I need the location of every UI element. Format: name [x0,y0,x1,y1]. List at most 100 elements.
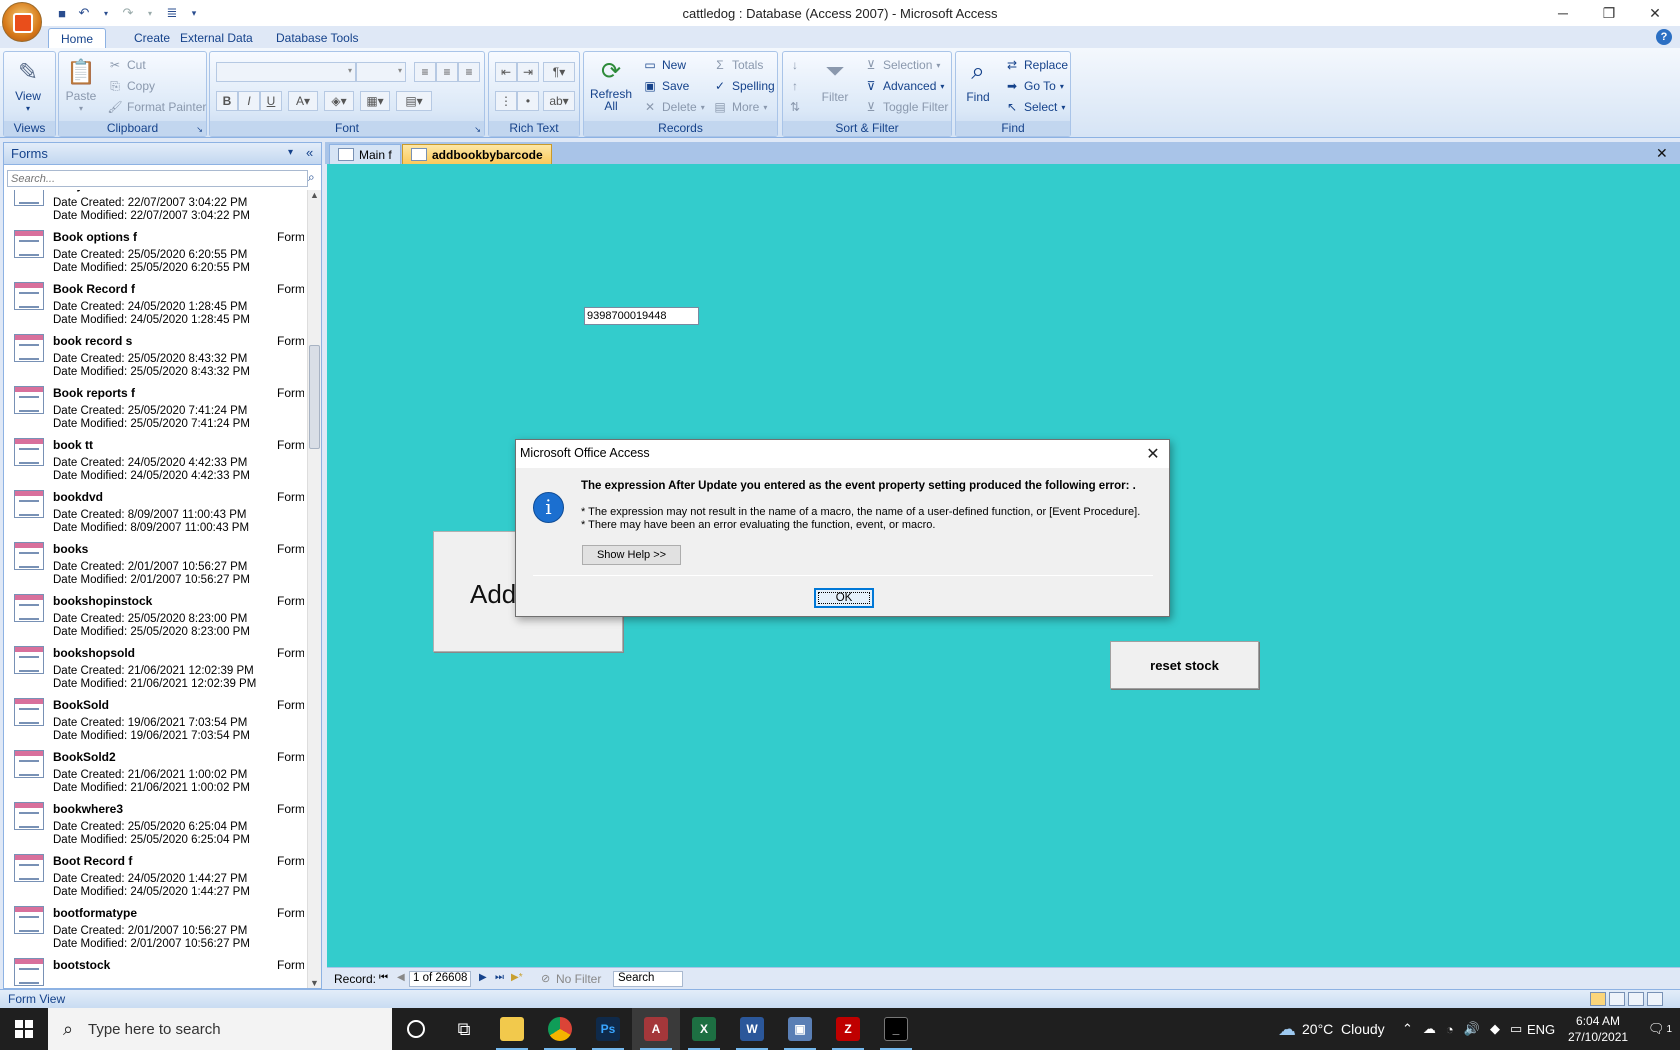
minimize-button[interactable]: ─ [1540,0,1586,26]
gridlines-icon[interactable]: ▦▾ [360,91,390,111]
access-icon[interactable]: A [632,1008,680,1050]
italic-icon[interactable]: I [238,91,260,111]
goto-button[interactable]: ➡ Go To ▾ [1004,78,1064,94]
dialog-launcher-icon[interactable]: ↘ [474,125,481,134]
increase-indent-icon[interactable]: ⇥ [517,62,539,82]
select-button[interactable]: ↖ Select ▾ [1004,99,1065,115]
new-record-icon[interactable]: ▶* [511,972,523,983]
nav-menu-dropdown-icon[interactable]: ▾ [288,147,293,158]
numbering-icon[interactable]: ⋮ [495,91,517,111]
delete-button[interactable]: ✕ Delete ▾ [642,99,705,115]
show-help-button[interactable]: Show Help >> [582,545,681,565]
view-button[interactable]: ✎ View ▾ [12,56,44,114]
network-icon[interactable]: ◔ [1446,1022,1454,1037]
refresh-all-button[interactable]: ⟳ Refresh All [588,56,634,113]
bold-icon[interactable]: B [216,91,238,111]
list-item[interactable]: bootstock Form [4,956,304,988]
highlight-icon[interactable]: ab▾ [543,91,575,111]
list-item[interactable]: book record s Form Date Created: 25/05/202… [4,332,304,384]
doc-tab-addbookbybarcode[interactable]: addbookbybarcode [402,144,552,164]
tab-external-data[interactable]: External Data [168,28,265,48]
office-button[interactable] [2,2,42,42]
chevron-up-icon[interactable]: ⌃ [1402,1021,1413,1037]
replace-button[interactable]: ⇄ Replace [1004,57,1068,73]
remote-desktop-icon[interactable]: ▣ [776,1008,824,1050]
terminal-icon[interactable]: _ [872,1008,920,1050]
new-record-button[interactable]: ▭ New [642,57,686,73]
list-item[interactable]: bootformatype Form Date Created: 2/01/2007… [4,904,304,956]
format-painter-button[interactable]: 🖌 Format Painter [107,99,206,115]
font-size-combo[interactable]: ▾ [356,62,406,82]
fill-color-icon[interactable]: ◈▾ [324,91,354,111]
scroll-thumb[interactable] [309,345,320,449]
sort-descending-icon[interactable]: ↑ [787,78,803,94]
list-item[interactable]: bookwhere3 Form Date Created: 25/05/2020 6… [4,800,304,852]
previous-record-icon[interactable]: ◀ [397,972,405,983]
layout-view-icon[interactable] [1628,992,1644,1006]
file-explorer-icon[interactable] [488,1008,536,1050]
list-item[interactable]: allviylistk Form Date Created: 22/07/2007 … [4,190,304,228]
list-item[interactable]: BookSold2 Form Date Created: 21/06/2021 1:… [4,748,304,800]
tab-home[interactable]: Home [48,28,107,48]
selection-button[interactable]: ⊻ Selection ▾ [863,57,941,73]
list-item[interactable]: Boot Record f Form Date Created: 24/05/202… [4,852,304,904]
scroll-up-icon[interactable]: ▲ [310,190,319,200]
underline-icon[interactable]: U [260,91,282,111]
barcode-input[interactable]: 9398700019448 [584,307,699,325]
task-view-icon[interactable]: ⧉ [440,1008,488,1050]
align-right-icon[interactable]: ≡ [458,62,480,82]
list-item[interactable]: BookSold Form Date Created: 19/06/2021 7:0… [4,696,304,748]
record-search-input[interactable]: Search [613,971,683,987]
help-icon[interactable]: ? [1656,29,1672,45]
list-item[interactable]: books Form Date Created: 2/01/2007 10:56:2… [4,540,304,592]
filter-status[interactable]: No Filter [556,972,601,986]
first-record-icon[interactable]: ⏮ [379,972,388,983]
close-window-button[interactable]: ✕ [1632,0,1678,26]
onedrive-icon[interactable]: ☁ [1423,1021,1436,1037]
weather-widget[interactable]: ☁ 20°C Cloudy [1278,1008,1385,1050]
font-name-combo[interactable]: ▾ [216,62,356,82]
form-view-icon[interactable] [1590,992,1606,1006]
nav-header[interactable]: Forms ▾ « [4,143,321,165]
photoshop-icon[interactable]: Ps [584,1008,632,1050]
scroll-down-icon[interactable]: ▼ [310,978,319,988]
font-color-icon[interactable]: A▾ [288,91,318,111]
design-view-icon[interactable] [1647,992,1663,1006]
advanced-button[interactable]: ⊽ Advanced ▾ [863,78,945,94]
reset-stock-button[interactable]: reset stock [1110,641,1259,689]
last-record-icon[interactable]: ⏭ [495,972,504,983]
language-indicator[interactable]: ENG [1527,1008,1555,1050]
paragraph-icon[interactable]: ¶▾ [543,62,575,82]
tab-database-tools[interactable]: Database Tools [264,28,371,48]
filezilla-icon[interactable]: Z [824,1008,872,1050]
dropbox-icon[interactable]: ◆ [1490,1021,1500,1037]
sort-ascending-icon[interactable]: ↓ [787,57,803,73]
list-item[interactable]: Book Record f Form Date Created: 24/05/202… [4,280,304,332]
list-item[interactable]: bookshopsold Form Date Created: 21/06/2021… [4,644,304,696]
start-button[interactable] [0,1008,48,1050]
nav-scrollbar[interactable]: ▲ ▼ [307,190,321,988]
totals-button[interactable]: Σ Totals [712,57,763,73]
clear-sort-icon[interactable]: ⇅ [787,99,803,115]
close-document-icon[interactable]: ✕ [1656,145,1668,162]
doc-tab-main-f[interactable]: Main f [329,144,401,164]
cut-button[interactable]: ✂ Cut [107,57,146,73]
bullets-icon[interactable]: • [517,91,539,111]
taskbar-search-box[interactable]: ⌕ Type here to search [48,1008,392,1050]
word-icon[interactable]: W [728,1008,776,1050]
paste-button[interactable]: 📋 Paste ▾ [65,56,97,114]
list-item[interactable]: Book reports f Form Date Created: 25/05/20… [4,384,304,436]
current-record-input[interactable]: 1 of 26608 [409,971,471,987]
shutter-bar-icon[interactable]: « [306,145,313,160]
maximize-button[interactable]: ❐ [1586,0,1632,26]
save-record-button[interactable]: ▣ Save [642,78,689,94]
find-button[interactable]: ⌕ Find [962,56,994,104]
list-item[interactable]: bookshopinstock Form Date Created: 25/05/2… [4,592,304,644]
nav-search-input[interactable] [7,170,308,187]
dialog-titlebar[interactable]: Microsoft Office Access ✕ [516,440,1169,468]
cortana-icon[interactable] [392,1008,440,1050]
list-item[interactable]: book tt Form Date Created: 24/05/2020 4:42… [4,436,304,488]
volume-icon[interactable]: 🔊 [1464,1021,1480,1037]
clock[interactable]: 6:04 AM 27/10/2021 [1568,1008,1628,1050]
ok-button[interactable]: OK [814,588,874,608]
